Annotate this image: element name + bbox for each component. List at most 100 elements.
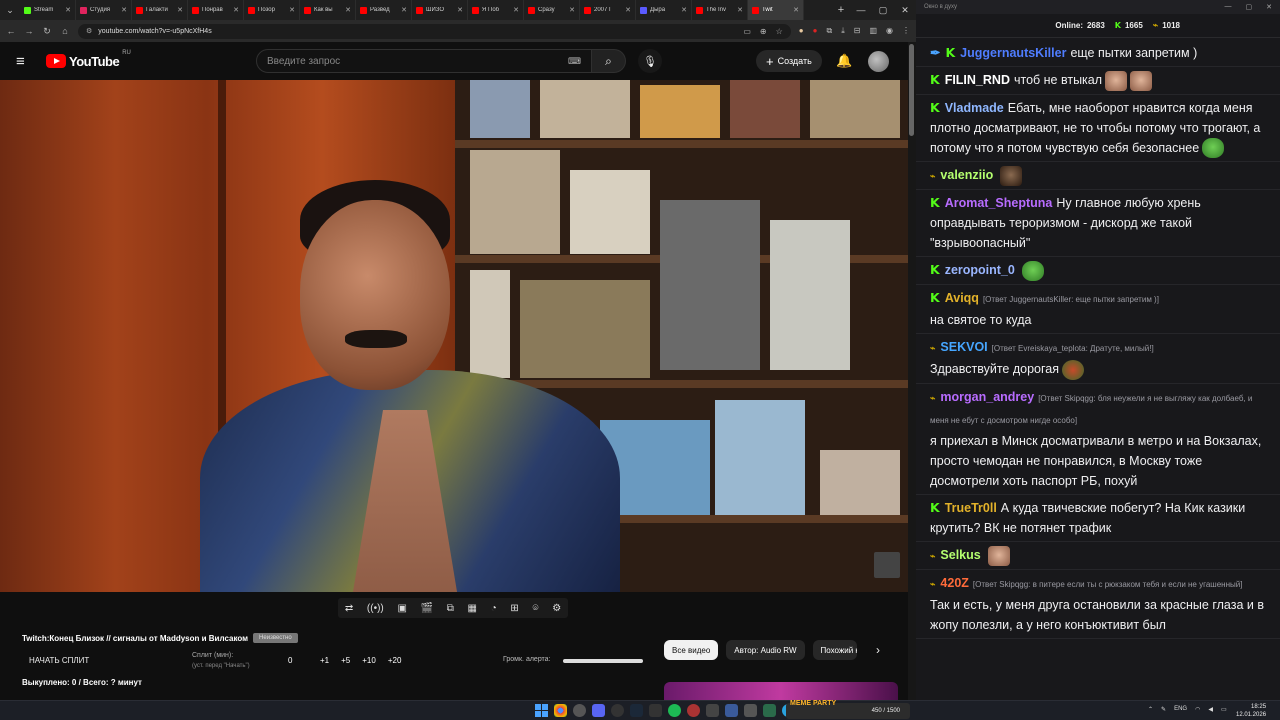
channel-watermark[interactable]	[874, 552, 900, 578]
minimize-icon[interactable]: —	[850, 5, 872, 16]
tab-close-icon[interactable]: ✕	[793, 6, 799, 14]
add-screen-icon[interactable]: ⊞	[510, 603, 518, 614]
notifications-bell-icon[interactable]: 🔔	[836, 53, 852, 69]
discord-icon[interactable]	[592, 704, 605, 717]
tab-close-icon[interactable]: ✕	[569, 6, 575, 14]
extensions-puzzle-icon[interactable]: ⧉	[826, 26, 832, 36]
volume-icon[interactable]: ◀	[1208, 706, 1213, 713]
split-increment-button[interactable]: +20	[388, 656, 402, 665]
loop-icon[interactable]: ⇄	[345, 603, 353, 614]
speed-gauge-icon[interactable]: ◔	[491, 603, 497, 614]
split-view-icon[interactable]: ⊟	[854, 26, 861, 36]
battery-icon[interactable]: ▭	[1221, 706, 1227, 713]
chat-username[interactable]: Aviqq	[945, 291, 979, 305]
chat-username[interactable]: TrueTr0ll	[945, 501, 997, 515]
game-widget[interactable]: MEME PARTY 450 / 1500	[786, 700, 910, 719]
chat-username[interactable]: JuggernautsKiller	[960, 46, 1066, 60]
tab-close-icon[interactable]: ✕	[681, 6, 687, 14]
chat-username[interactable]: FILIN_RND	[945, 73, 1010, 87]
tab-close-icon[interactable]: ✕	[289, 6, 295, 14]
app-icon[interactable]	[763, 704, 776, 717]
browser-tab[interactable]: Twit ✕	[748, 0, 804, 20]
alert-volume-slider[interactable]	[563, 659, 643, 663]
obs-icon[interactable]	[611, 704, 624, 717]
tab-search-icon[interactable]: ⌄	[0, 0, 20, 20]
wifi-icon[interactable]: ◠	[1195, 706, 1200, 713]
maximize-icon[interactable]: ▢	[1246, 3, 1253, 11]
tab-close-icon[interactable]: ✕	[233, 6, 239, 14]
profile-icon[interactable]: ◉	[886, 26, 893, 36]
pip-icon[interactable]: ⧉	[447, 603, 454, 614]
browser-tab[interactable]: Дыра ✕	[636, 0, 692, 20]
broadcast-icon[interactable]: ((•))	[367, 603, 384, 614]
page-scrollbar[interactable]	[908, 42, 916, 700]
zoom-icon[interactable]: ⊕	[760, 27, 767, 36]
split-increment-button[interactable]: +1	[320, 656, 329, 665]
site-info-icon[interactable]: ⚙	[86, 27, 92, 35]
tab-close-icon[interactable]: ✕	[177, 6, 183, 14]
chrome-icon[interactable]	[554, 704, 567, 717]
browser-tab[interactable]: Развед ✕	[356, 0, 412, 20]
split-increment-button[interactable]: +5	[341, 656, 350, 665]
search-input[interactable]: Введите запрос ⌨	[256, 49, 592, 73]
tab-close-icon[interactable]: ✕	[513, 6, 519, 14]
chat-username[interactable]: morgan_andrey	[940, 390, 1034, 404]
browser-tab[interactable]: Stream ✕	[20, 0, 76, 20]
browser-tab[interactable]: Студия ✕	[76, 0, 132, 20]
grid-icon[interactable]: ▦	[468, 603, 477, 614]
chat-username[interactable]: Vladmade	[945, 101, 1004, 115]
folder-icon[interactable]	[573, 704, 586, 717]
extension-icon[interactable]: ●	[813, 26, 818, 36]
tab-close-icon[interactable]: ✕	[457, 6, 463, 14]
app-icon[interactable]	[725, 704, 738, 717]
chat-username[interactable]: SEKVOI	[940, 340, 987, 354]
chat-username[interactable]: 420Z	[940, 576, 969, 590]
close-icon[interactable]: ✕	[894, 5, 916, 16]
system-clock[interactable]: 18:25 12.01.2026	[1236, 703, 1266, 719]
browser-tab[interactable]: The Inv ✕	[692, 0, 748, 20]
tab-close-icon[interactable]: ✕	[401, 6, 407, 14]
sidepanel-icon[interactable]: ▥	[869, 26, 877, 36]
browser-tab[interactable]: Сразу ✕	[524, 0, 580, 20]
split-increment-button[interactable]: +10	[362, 656, 376, 665]
browser-tab[interactable]: Я Поб ✕	[468, 0, 524, 20]
chat-username[interactable]: zeropoint_0	[945, 263, 1015, 277]
voice-search-button[interactable]: 🎙	[638, 49, 662, 73]
chevron-up-icon[interactable]: ⌃	[1148, 706, 1153, 713]
back-icon[interactable]: ←	[6, 26, 16, 36]
split-minutes-value[interactable]: 0	[288, 656, 292, 665]
reload-icon[interactable]: ↻	[42, 26, 52, 37]
download-icon[interactable]: ⤓	[841, 26, 845, 36]
video-player[interactable]	[0, 80, 908, 592]
extension-icon[interactable]: ●	[799, 26, 804, 36]
app-icon[interactable]	[744, 704, 757, 717]
browser-tab[interactable]: 2007 Г ✕	[580, 0, 636, 20]
tab-close-icon[interactable]: ✕	[65, 6, 71, 14]
tab-close-icon[interactable]: ✕	[625, 6, 631, 14]
search-button[interactable]: ⌕	[592, 49, 626, 73]
keyboard-icon[interactable]: ⌨	[568, 56, 581, 67]
clapperboard-icon[interactable]: 🎬	[421, 603, 433, 614]
app-icon[interactable]	[706, 704, 719, 717]
filter-chip[interactable]: Все видео	[664, 640, 719, 660]
settings-gear-icon[interactable]: ⚙	[552, 603, 561, 614]
scrollbar-thumb[interactable]	[909, 44, 914, 136]
browser-tab[interactable]: Как вы ✕	[300, 0, 356, 20]
tab-close-icon[interactable]: ✕	[121, 6, 127, 14]
install-icon[interactable]: ▭	[743, 27, 751, 36]
menu-dots-icon[interactable]: ⋮	[902, 26, 910, 36]
new-tab-button[interactable]: +	[832, 4, 850, 16]
create-button[interactable]: + Создать	[756, 50, 822, 72]
filter-chip[interactable]: Похожий к	[812, 640, 857, 660]
browser-tab[interactable]: Понрав ✕	[188, 0, 244, 20]
chat-username[interactable]: valenziio	[940, 168, 993, 182]
chevron-right-icon[interactable]: ›	[876, 643, 880, 657]
home-icon[interactable]: ⌂	[60, 26, 70, 36]
screen-eye-icon[interactable]: ▣	[397, 603, 406, 614]
forward-icon[interactable]: →	[24, 26, 34, 36]
tab-close-icon[interactable]: ✕	[345, 6, 351, 14]
filter-chip[interactable]: Автор: Audio RW	[726, 640, 805, 660]
camera-icon[interactable]: ⌾	[533, 603, 539, 614]
chat-username[interactable]: Selkus	[940, 548, 980, 562]
app-icon[interactable]	[649, 704, 662, 717]
